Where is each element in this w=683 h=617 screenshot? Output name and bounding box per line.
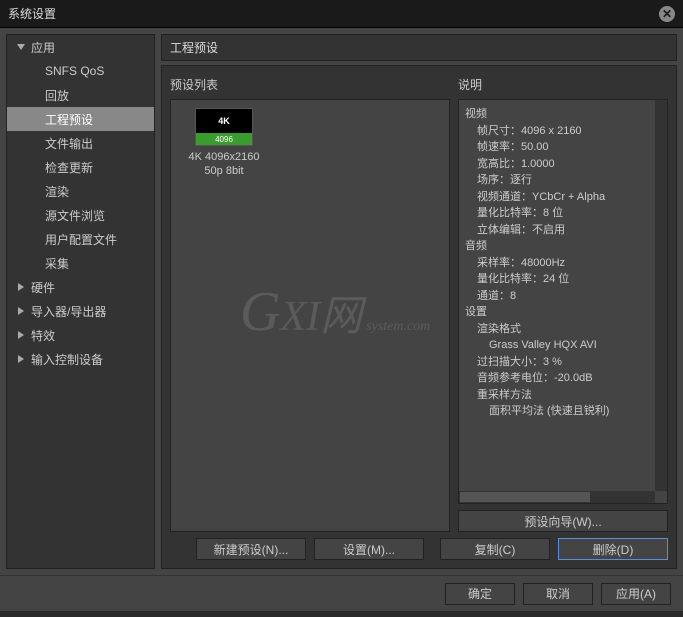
caret-right-icon (15, 353, 27, 365)
tree-playback[interactable]: 回放 (7, 83, 154, 107)
cancel-button[interactable]: 取消 (523, 583, 593, 605)
footer: 确定 取消 应用(A) (0, 575, 683, 611)
desc-video-channel: 视频通道：YCbCr + Alpha (465, 189, 661, 206)
copy-button[interactable]: 复制(C) (440, 538, 550, 560)
desc-overscan: 过扫描大小：3 % (465, 354, 661, 371)
desc-audio-ref: 音频参考电位：-20.0dB (465, 370, 661, 387)
tree-user-profile[interactable]: 用户配置文件 (7, 227, 154, 251)
desc-quant-bitrate-v: 量化比特率：8 位 (465, 205, 661, 222)
action-row: 新建预设(N)... 设置(M)... 复制(C) 删除(D) (170, 538, 668, 560)
tree-capture[interactable]: 采集 (7, 251, 154, 275)
tree-check-updates[interactable]: 检查更新 (7, 155, 154, 179)
tree-label: 渲染 (45, 183, 69, 200)
tree-label: 导入器/导出器 (31, 303, 106, 320)
desc-resample-method: 面积平均法 (快速且锐利) (465, 403, 661, 420)
preset-list-label: 预设列表 (170, 76, 450, 93)
tree-label: SNFS QoS (45, 64, 104, 78)
desc-aspect: 宽高比：1.0000 (465, 156, 661, 173)
desc-stereo-edit: 立体编辑：不启用 (465, 222, 661, 239)
tree-importer[interactable]: 导入器/导出器 (7, 299, 154, 323)
delete-button[interactable]: 删除(D) (558, 538, 668, 560)
tree-render[interactable]: 渲染 (7, 179, 154, 203)
tree-hardware[interactable]: 硬件 (7, 275, 154, 299)
caret-right-icon (15, 305, 27, 317)
scrollbar-vertical[interactable] (655, 100, 667, 491)
scrollbar-horizontal[interactable] (459, 491, 655, 503)
caret-down-icon (15, 41, 27, 53)
preset-wizard-button[interactable]: 预设向导(W)... (458, 510, 668, 532)
tree-label: 采集 (45, 255, 69, 272)
tree-app[interactable]: 应用 (7, 35, 154, 59)
close-icon[interactable]: ✕ (659, 6, 675, 22)
desc-audio-header: 音频 (465, 238, 661, 255)
content-area: 预设列表 4K 4096 4K 4096x2160 50p 8bit (161, 65, 677, 569)
preset-thumbnail: 4K 4096 (195, 108, 253, 146)
apply-button[interactable]: 应用(A) (601, 583, 671, 605)
scrollbar-thumb[interactable] (655, 100, 667, 491)
tree-effects[interactable]: 特效 (7, 323, 154, 347)
desc-render-format: 渲染格式 (465, 321, 661, 338)
tree-file-output[interactable]: 文件输出 (7, 131, 154, 155)
tree-label: 应用 (31, 39, 55, 56)
titlebar: 系统设置 ✕ (0, 0, 683, 28)
desc-render-codec: Grass Valley HQX AVI (465, 337, 661, 354)
caret-right-icon (15, 329, 27, 341)
desc-video-header: 视频 (465, 106, 661, 123)
preset-thumb-label: 4096 (196, 133, 252, 145)
desc-resample: 重采样方法 (465, 387, 661, 404)
main-panel: 工程预设 预设列表 4K 4096 4K 4096x2160 50p 8bit (161, 34, 677, 569)
desc-settings-header: 设置 (465, 304, 661, 321)
description-label: 说明 (458, 76, 668, 93)
description-text: 视频 帧尺寸：4096 x 2160 帧速率：50.00 宽高比：1.0000 … (458, 99, 668, 504)
tree-label: 工程预设 (45, 111, 93, 128)
tree-label: 检查更新 (45, 159, 93, 176)
preset-list[interactable]: 4K 4096 4K 4096x2160 50p 8bit (170, 99, 450, 532)
caret-right-icon (15, 281, 27, 293)
desc-field-order: 场序：逐行 (465, 172, 661, 189)
desc-quant-bitrate-a: 量化比特率：24 位 (465, 271, 661, 288)
desc-frame-size: 帧尺寸：4096 x 2160 (465, 123, 661, 140)
preset-column: 预设列表 4K 4096 4K 4096x2160 50p 8bit (170, 76, 450, 532)
desc-sample-rate: 采样率：48000Hz (465, 255, 661, 272)
preset-item-4k[interactable]: 4K 4096 4K 4096x2160 50p 8bit (179, 108, 269, 179)
ok-button[interactable]: 确定 (445, 583, 515, 605)
new-preset-button[interactable]: 新建预设(N)... (196, 538, 306, 560)
tree-snfs-qos[interactable]: SNFS QoS (7, 59, 154, 83)
section-title: 工程预设 (161, 34, 677, 61)
tree-label: 文件输出 (45, 135, 93, 152)
sidebar: 应用 SNFS QoS 回放 工程预设 文件输出 检查更新 渲染 源文件浏览 用… (6, 34, 155, 569)
tree-source-browse[interactable]: 源文件浏览 (7, 203, 154, 227)
settings-button[interactable]: 设置(M)... (314, 538, 424, 560)
tree-label: 特效 (31, 327, 55, 344)
window-title: 系统设置 (8, 5, 56, 22)
desc-frame-rate: 帧速率：50.00 (465, 139, 661, 156)
tree-label: 源文件浏览 (45, 207, 105, 224)
description-column: 说明 视频 帧尺寸：4096 x 2160 帧速率：50.00 宽高比：1.00… (458, 76, 668, 532)
tree-label: 输入控制设备 (31, 351, 103, 368)
tree-input-control[interactable]: 输入控制设备 (7, 347, 154, 371)
preset-name-line1: 4K 4096x2160 (179, 150, 269, 164)
tree-label: 用户配置文件 (45, 231, 117, 248)
preset-badge: 4K (196, 109, 252, 133)
tree-label: 回放 (45, 87, 69, 104)
scrollbar-thumb[interactable] (460, 492, 590, 502)
tree-label: 硬件 (31, 279, 55, 296)
preset-name-line2: 50p 8bit (179, 164, 269, 178)
dialog-body: 应用 SNFS QoS 回放 工程预设 文件输出 检查更新 渲染 源文件浏览 用… (0, 28, 683, 575)
desc-channels: 通道：8 (465, 288, 661, 305)
tree-project-preset[interactable]: 工程预设 (7, 107, 154, 131)
